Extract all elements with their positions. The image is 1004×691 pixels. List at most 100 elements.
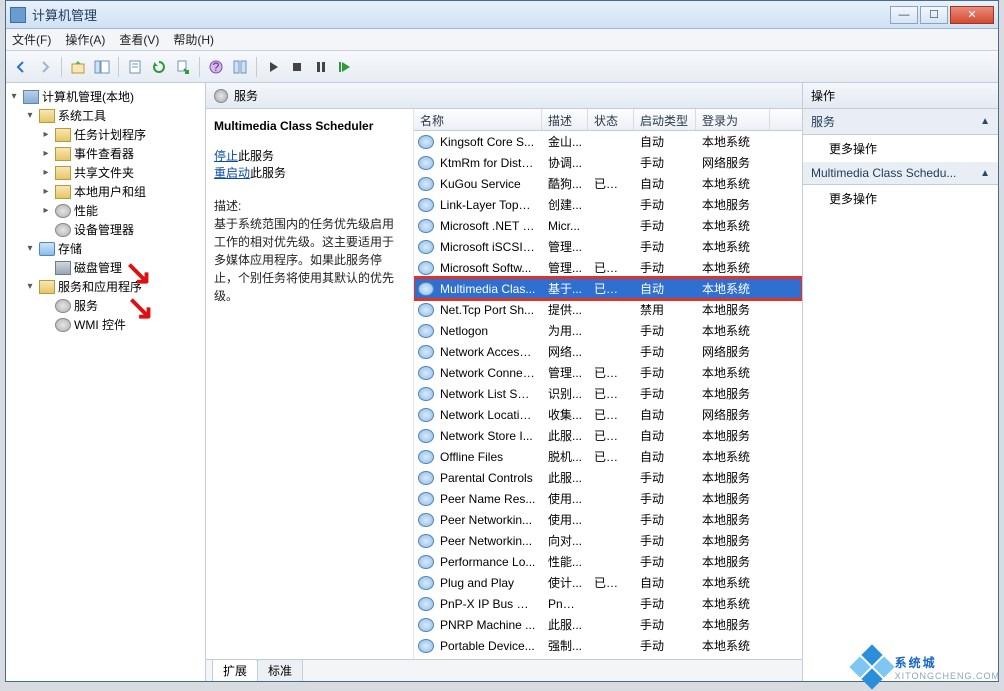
menu-action[interactable]: 操作(A)	[65, 31, 105, 48]
tree-item-icon	[55, 299, 71, 313]
tree-item-icon	[39, 109, 55, 123]
start-service-button[interactable]	[262, 56, 284, 78]
service-row[interactable]: Peer Networkin... 使用... 手动 本地服务	[414, 509, 802, 530]
maximize-button[interactable]: ☐	[920, 6, 948, 24]
cell-logon: 本地系统	[696, 175, 770, 192]
service-row[interactable]: Network List Ser... 识别... 已启动 手动 本地服务	[414, 383, 802, 404]
back-button[interactable]	[10, 56, 32, 78]
actions-more-1[interactable]: 更多操作	[803, 135, 998, 162]
col-logon[interactable]: 登录为	[696, 109, 770, 130]
close-button[interactable]: ✕	[950, 6, 994, 24]
tree-item[interactable]: WMI 控件	[8, 315, 203, 334]
tree-item[interactable]: ▾ 系统工具	[8, 106, 203, 125]
service-row[interactable]: Link-Layer Topol... 创建... 手动 本地服务	[414, 194, 802, 215]
service-row[interactable]: KuGou Service 酷狗... 已启动 自动 本地系统	[414, 173, 802, 194]
nav-tree[interactable]: ▾ 计算机管理(本地) ▾ 系统工具 ▸ 任务计划程序 ▸ 事件查看器 ▸ 共享…	[6, 83, 206, 681]
service-row[interactable]: Offline Files 脱机... 已启动 自动 本地系统	[414, 446, 802, 467]
tree-item[interactable]: 磁盘管理	[8, 258, 203, 277]
service-icon	[418, 282, 434, 296]
cell-logon: 本地服务	[696, 616, 770, 633]
restart-service-link[interactable]: 重启动	[214, 166, 250, 180]
desc-label: 描述:	[214, 199, 241, 213]
pause-service-button[interactable]	[310, 56, 332, 78]
stop-service-link[interactable]: 停止	[214, 149, 238, 163]
menu-help[interactable]: 帮助(H)	[173, 31, 214, 48]
cell-desc: 此服...	[542, 469, 588, 486]
tree-item[interactable]: ▸ 性能	[8, 201, 203, 220]
actions-group-services[interactable]: 服务▲	[803, 109, 998, 135]
tree-item[interactable]: ▸ 本地用户和组	[8, 182, 203, 201]
cell-start: 手动	[634, 595, 696, 612]
service-row[interactable]: Network Locatio... 收集... 已启动 自动 网络服务	[414, 404, 802, 425]
restart-service-button[interactable]	[334, 56, 356, 78]
show-hide-tree-button[interactable]	[91, 56, 113, 78]
tree-item-icon	[55, 204, 71, 218]
service-row[interactable]: Performance Lo... 性能... 手动 本地服务	[414, 551, 802, 572]
cell-start: 禁用	[634, 301, 696, 318]
menu-file[interactable]: 文件(F)	[12, 31, 51, 48]
cell-desc: 识别...	[542, 385, 588, 402]
service-row[interactable]: Network Access ... 网络... 手动 网络服务	[414, 341, 802, 362]
cell-status: 已启动	[588, 406, 634, 423]
tree-item[interactable]: ▸ 事件查看器	[8, 144, 203, 163]
cell-logon: 本地系统	[696, 238, 770, 255]
tab-extended[interactable]: 扩展	[212, 659, 258, 681]
service-row[interactable]: Network Connec... 管理... 已启动 手动 本地系统	[414, 362, 802, 383]
service-row[interactable]: Microsoft Softw... 管理... 已启动 手动 本地系统	[414, 257, 802, 278]
service-row[interactable]: Multimedia Clas... 基于... 已启动 自动 本地系统	[414, 278, 802, 299]
service-list[interactable]: Kingsoft Core S... 金山... 自动 本地系统 KtmRm f…	[414, 131, 802, 659]
service-row[interactable]: KtmRm for Distri... 协调... 手动 网络服务	[414, 152, 802, 173]
cell-start: 手动	[634, 616, 696, 633]
service-row[interactable]: Peer Networkin... 向对... 手动 本地服务	[414, 530, 802, 551]
service-row[interactable]: Network Store I... 此服... 已启动 自动 本地服务	[414, 425, 802, 446]
service-row[interactable]: PnP-X IP Bus En... PnP-... 手动 本地系统	[414, 593, 802, 614]
cell-desc: 为用...	[542, 322, 588, 339]
cell-start: 自动	[634, 175, 696, 192]
service-row[interactable]: Microsoft .NET F... Micr... 手动 本地系统	[414, 215, 802, 236]
refresh-button[interactable]	[148, 56, 170, 78]
help-button[interactable]: ?	[205, 56, 227, 78]
cell-name: Microsoft iSCSI I...	[434, 240, 542, 254]
actions-more-2[interactable]: 更多操作	[803, 185, 998, 212]
properties-button[interactable]	[124, 56, 146, 78]
service-icon	[418, 219, 434, 233]
col-status[interactable]: 状态	[588, 109, 634, 130]
export-button[interactable]	[172, 56, 194, 78]
titlebar[interactable]: 计算机管理 — ☐ ✕	[6, 1, 998, 29]
service-icon	[418, 450, 434, 464]
actions-group-selected[interactable]: Multimedia Class Schedu...▲	[803, 162, 998, 185]
service-row[interactable]: Netlogon 为用... 手动 本地系统	[414, 320, 802, 341]
options-button[interactable]	[229, 56, 251, 78]
computer-icon	[23, 90, 39, 104]
service-row[interactable]: Portable Device... 强制... 手动 本地系统	[414, 635, 802, 656]
tree-item[interactable]: ▸ 共享文件夹	[8, 163, 203, 182]
service-row[interactable]: Plug and Play 使计... 已启动 自动 本地系统	[414, 572, 802, 593]
tree-item[interactable]: ▸ 任务计划程序	[8, 125, 203, 144]
col-name[interactable]: 名称	[414, 109, 542, 130]
service-icon	[418, 618, 434, 632]
forward-button[interactable]	[34, 56, 56, 78]
tree-item[interactable]: ▾ 服务和应用程序	[8, 277, 203, 296]
service-row[interactable]: Parental Controls 此服... 手动 本地服务	[414, 467, 802, 488]
cell-logon: 本地服务	[696, 511, 770, 528]
tree-root[interactable]: ▾ 计算机管理(本地)	[8, 87, 203, 106]
tree-item[interactable]: ▾ 存储	[8, 239, 203, 258]
tree-item[interactable]: 设备管理器	[8, 220, 203, 239]
cell-logon: 本地服务	[696, 469, 770, 486]
menu-view[interactable]: 查看(V)	[119, 31, 159, 48]
service-row[interactable]: Microsoft iSCSI I... 管理... 手动 本地系统	[414, 236, 802, 257]
tree-item[interactable]: 服务	[8, 296, 203, 315]
window-title: 计算机管理	[32, 5, 890, 24]
cell-logon: 网络服务	[696, 406, 770, 423]
service-row[interactable]: Peer Name Res... 使用... 手动 本地服务	[414, 488, 802, 509]
col-start[interactable]: 启动类型	[634, 109, 696, 130]
service-row[interactable]: Kingsoft Core S... 金山... 自动 本地系统	[414, 131, 802, 152]
service-row[interactable]: Net.Tcp Port Sh... 提供... 禁用 本地服务	[414, 299, 802, 320]
up-button[interactable]	[67, 56, 89, 78]
service-row[interactable]: PNRP Machine ... 此服... 手动 本地服务	[414, 614, 802, 635]
col-desc[interactable]: 描述	[542, 109, 588, 130]
column-headers[interactable]: 名称 描述 状态 启动类型 登录为	[414, 109, 802, 131]
tab-standard[interactable]: 标准	[257, 659, 303, 681]
minimize-button[interactable]: —	[890, 6, 918, 24]
stop-service-button[interactable]	[286, 56, 308, 78]
